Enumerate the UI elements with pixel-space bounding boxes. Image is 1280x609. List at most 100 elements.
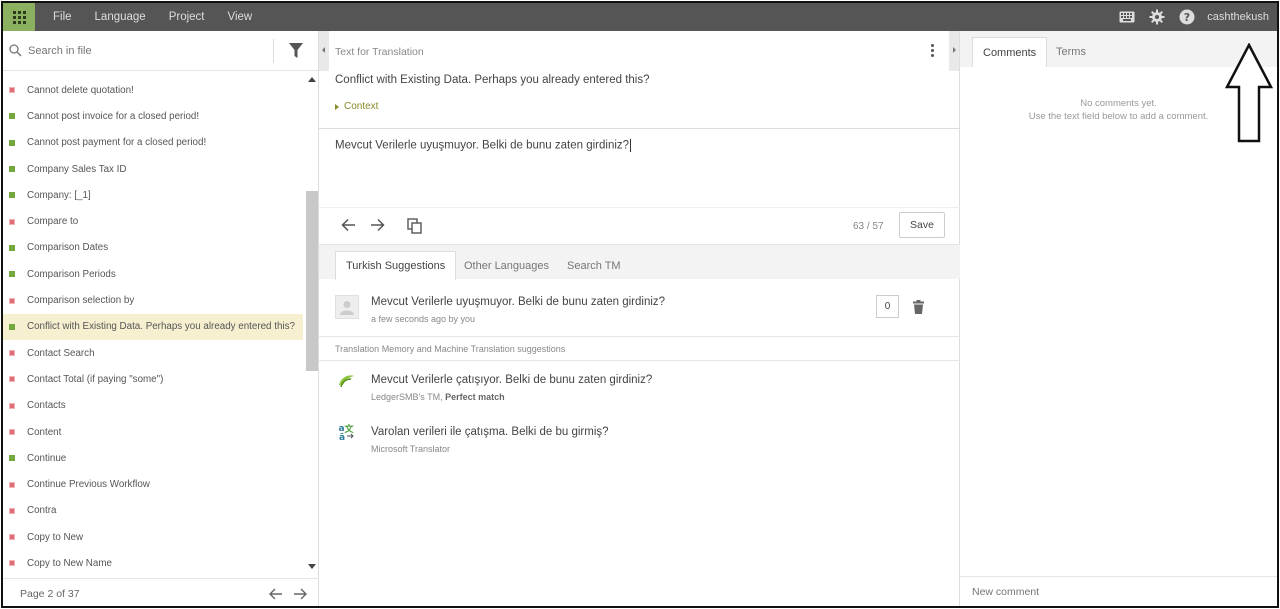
tab-turkish-suggestions[interactable]: Turkish Suggestions xyxy=(335,251,457,280)
tm-header-text: Translation Memory and Machine Translati… xyxy=(335,344,566,354)
trash-icon[interactable] xyxy=(913,300,924,314)
string-list-item[interactable]: Comparison Dates xyxy=(3,235,303,261)
new-comment-box xyxy=(960,576,1277,606)
new-comment-input[interactable] xyxy=(972,586,1262,598)
string-list-item[interactable]: Continue Previous Workflow xyxy=(3,471,303,497)
gear-icon[interactable] xyxy=(1149,9,1165,25)
match-quality: Perfect match xyxy=(445,392,505,402)
string-list-item[interactable]: Compare to xyxy=(3,208,303,234)
tab-search-tm[interactable]: Search TM xyxy=(557,251,631,280)
app-window: File Language Project View ? cashthekush xyxy=(1,1,1279,608)
string-list-item[interactable]: Continue xyxy=(3,445,303,471)
status-dot-icon xyxy=(9,350,15,357)
list-scrollbar[interactable] xyxy=(305,77,318,577)
divider xyxy=(273,39,274,63)
pager: Page 2 of 37 xyxy=(3,578,319,606)
status-dot-icon xyxy=(9,534,15,541)
topbar-actions: ? cashthekush xyxy=(1105,3,1269,31)
status-dot-icon xyxy=(9,323,15,330)
apps-grid-icon[interactable] xyxy=(3,3,35,31)
next-page-arrow-icon[interactable] xyxy=(293,588,307,600)
string-list-item[interactable]: Contact Search xyxy=(3,340,303,366)
translation-textarea[interactable]: Mevcut Verilerle uyuşmuyor. Belki de bun… xyxy=(319,129,960,207)
caret-right-icon xyxy=(335,103,339,110)
tab-other-languages[interactable]: Other Languages xyxy=(454,251,559,280)
status-dot-icon xyxy=(9,481,15,488)
status-dot-icon xyxy=(9,376,15,383)
status-dot-icon xyxy=(9,166,15,173)
menu-language[interactable]: Language xyxy=(95,11,146,23)
copy-source-icon[interactable] xyxy=(407,218,422,234)
save-button[interactable]: Save xyxy=(899,212,945,238)
string-list-item[interactable]: Conflict with Existing Data. Perhaps you… xyxy=(3,313,303,340)
status-dot-icon xyxy=(9,218,15,225)
svg-text:ā: ā xyxy=(339,433,345,441)
own-suggestion[interactable]: Mevcut Verilerle uyuşmuyor. Belki de bun… xyxy=(319,279,960,336)
string-list-item[interactable]: Content xyxy=(3,419,303,445)
suggestion-source: Microsoft Translator xyxy=(371,444,451,454)
scroll-down-arrow-icon[interactable] xyxy=(308,564,316,569)
string-list-item[interactable]: Contra xyxy=(3,498,303,524)
username-menu[interactable]: cashthekush xyxy=(1207,11,1269,23)
filter-icon[interactable] xyxy=(289,43,303,59)
tab-terms[interactable]: Terms xyxy=(1046,37,1096,67)
tm-section-header: Translation Memory and Machine Translati… xyxy=(319,336,960,361)
context-toggle[interactable]: Context xyxy=(335,101,378,112)
string-list-item[interactable]: Copy to New Name xyxy=(3,550,303,576)
string-list-item[interactable]: Company Sales Tax ID xyxy=(3,156,303,182)
collapse-left-panel-toggle[interactable] xyxy=(319,31,329,71)
help-icon[interactable]: ? xyxy=(1179,9,1195,25)
suggestion-tabs: Turkish Suggestions Other Languages Sear… xyxy=(319,244,960,280)
vote-count[interactable]: 0 xyxy=(876,295,899,318)
keyboard-icon[interactable] xyxy=(1119,11,1135,23)
status-dot-icon xyxy=(9,113,15,120)
status-dot-icon xyxy=(9,507,15,514)
svg-text:文: 文 xyxy=(343,423,354,435)
string-list-label: Copy to New xyxy=(27,531,84,543)
status-dot-icon xyxy=(9,87,15,94)
status-dot-icon xyxy=(9,402,15,409)
scroll-up-arrow-icon[interactable] xyxy=(308,77,316,82)
search-input[interactable] xyxy=(28,44,268,57)
previous-string-arrow-icon[interactable] xyxy=(341,218,356,232)
translator-icon: a文ā xyxy=(337,423,355,441)
tab-comments[interactable]: Comments xyxy=(972,37,1048,67)
menu-project[interactable]: Project xyxy=(169,11,205,23)
string-list-label: Copy to New Name xyxy=(27,557,112,569)
string-list-item[interactable]: Comparison Periods xyxy=(3,261,303,287)
status-dot-icon xyxy=(9,297,15,304)
string-list-label: Comparison Dates xyxy=(27,242,109,254)
status-dot-icon xyxy=(9,429,15,435)
string-list-label: Continue Previous Workflow xyxy=(27,479,150,491)
string-list-panel: Cannot delete quotation! Cannot post invo… xyxy=(3,31,319,606)
suggestion-meta: LedgerSMB's TM, Perfect match xyxy=(371,392,505,402)
string-list-item[interactable]: Copy to New xyxy=(3,524,303,550)
string-list-item[interactable]: Comparison selection by xyxy=(3,287,303,313)
string-list-item[interactable]: Cannot delete quotation! xyxy=(3,77,303,103)
status-dot-icon xyxy=(9,192,15,199)
next-string-arrow-icon[interactable] xyxy=(370,218,385,232)
string-list-item[interactable]: Contacts xyxy=(3,393,303,419)
svg-text:?: ? xyxy=(1184,11,1190,24)
source-header: Text for Translation xyxy=(335,46,424,58)
more-options-icon[interactable] xyxy=(931,44,934,57)
prev-page-arrow-icon[interactable] xyxy=(269,588,283,600)
string-list-item[interactable]: Cannot post invoice for a closed period! xyxy=(3,103,303,129)
suggestion-text: Mevcut Verilerle uyuşmuyor. Belki de bun… xyxy=(371,296,666,308)
suggestion-text: Varolan verileri ile çatışma. Belki de b… xyxy=(371,426,609,438)
menu-file[interactable]: File xyxy=(53,11,72,23)
tm-suggestion[interactable]: a文ā Varolan verileri ile çatışma. Belki … xyxy=(319,413,960,463)
scroll-thumb[interactable] xyxy=(306,191,318,371)
suggestion-meta: a few seconds ago by you xyxy=(371,314,476,324)
string-list-label: Content xyxy=(27,426,62,438)
string-list-item[interactable]: Contact Total (if paying "some") xyxy=(3,366,303,392)
string-list-label: Conflict with Existing Data. Perhaps you… xyxy=(27,321,295,333)
menu-view[interactable]: View xyxy=(228,11,253,23)
string-list-item[interactable]: Cannot post payment for a closed period! xyxy=(3,130,303,156)
string-list-label: Contra xyxy=(27,505,57,517)
string-list-label: Cannot post invoice for a closed period! xyxy=(27,110,200,122)
string-list-item[interactable]: Company: [_1] xyxy=(3,182,303,208)
string-list-label: Company: [_1] xyxy=(27,189,91,201)
tm-suggestion[interactable]: Mevcut Verilerle çatışıyor. Belki de bun… xyxy=(319,361,960,413)
collapse-right-panel-toggle[interactable] xyxy=(949,31,959,71)
